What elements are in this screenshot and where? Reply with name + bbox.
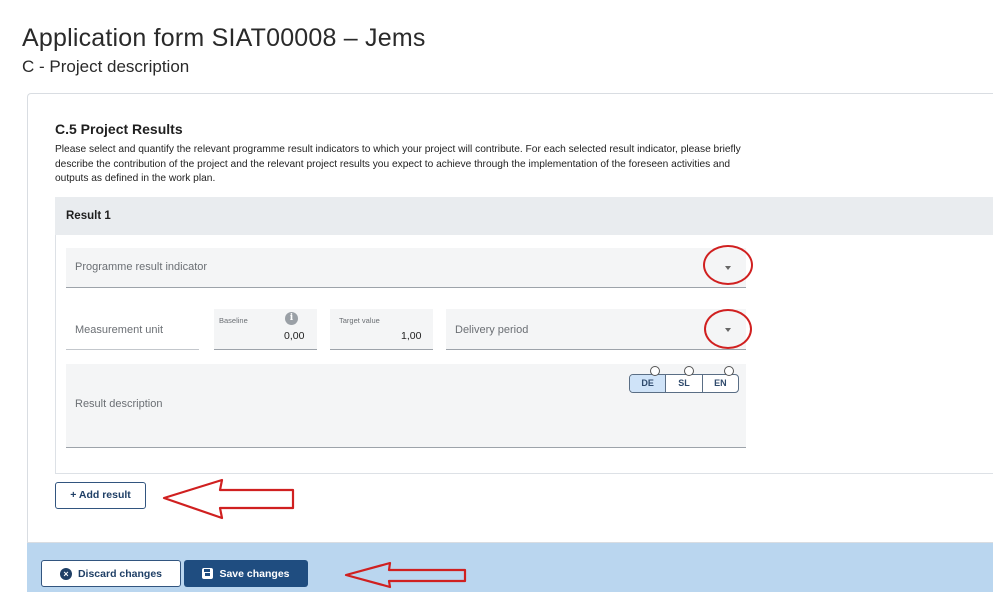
discard-changes-button[interactable]: × Discard changes xyxy=(41,560,181,587)
language-toggle: DE SL EN xyxy=(629,374,739,393)
language-sl-button[interactable]: SL xyxy=(666,375,703,392)
result-header-title: Result 1 xyxy=(66,210,111,222)
section-title: C.5 Project Results xyxy=(55,121,183,137)
section-description: Please select and quantify the relevant … xyxy=(55,144,741,184)
save-changes-label: Save changes xyxy=(219,567,290,580)
language-en-button[interactable]: EN xyxy=(703,375,738,392)
language-indicator-circle-1 xyxy=(650,366,660,376)
close-circle-icon: × xyxy=(59,567,72,580)
discard-changes-label: Discard changes xyxy=(77,567,163,580)
delivery-period-label: Delivery period xyxy=(455,324,529,336)
result-header xyxy=(55,197,993,235)
target-value-value: 1,00 xyxy=(401,330,422,342)
annotation-circle-indicator xyxy=(703,245,753,285)
save-changes-button[interactable]: Save changes xyxy=(184,560,308,587)
language-indicator-circle-3 xyxy=(724,366,734,376)
measurement-unit-label: Measurement unit xyxy=(75,324,164,336)
language-de-button[interactable]: DE xyxy=(630,375,667,392)
page-title: Application form SIAT00008 – Jems xyxy=(22,24,426,52)
programme-result-indicator-label: Programme result indicator xyxy=(75,261,208,273)
info-icon[interactable]: i xyxy=(285,312,298,325)
save-icon xyxy=(202,568,214,579)
annotation-arrow-save xyxy=(344,561,467,589)
page-subtitle: C - Project description xyxy=(22,57,190,76)
annotation-arrow-add-result xyxy=(162,478,295,520)
result-description-label: Result description xyxy=(75,398,163,410)
baseline-value: 0,00 xyxy=(284,330,305,342)
target-value-label: Target value xyxy=(339,316,380,325)
annotation-circle-delivery-period xyxy=(704,309,752,349)
baseline-label: Baseline xyxy=(219,316,248,325)
add-result-button[interactable]: + Add result xyxy=(55,482,146,509)
language-indicator-circle-2 xyxy=(684,366,694,376)
